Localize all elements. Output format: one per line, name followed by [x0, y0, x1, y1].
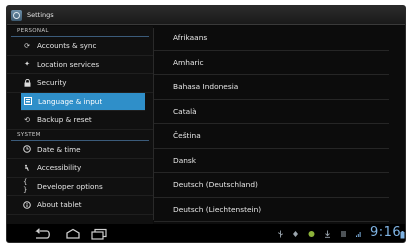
section-header-personal: PERSONAL — [11, 26, 149, 37]
list-item-language[interactable]: Bahasa Indonesia — [154, 75, 389, 100]
sidebar-item-label: Date & time — [37, 144, 81, 154]
section-header-system: SYSTEM — [11, 130, 149, 141]
back-button[interactable] — [31, 228, 51, 240]
developer-icon: { } — [23, 178, 28, 195]
sidebar-item-location-services[interactable]: ✦ Location services — [7, 56, 153, 74]
recent-apps-button[interactable] — [89, 228, 109, 240]
home-button[interactable] — [63, 228, 83, 240]
clock-time: 9:16 — [370, 225, 402, 240]
menu-icon — [341, 231, 346, 237]
usb-icon — [277, 230, 284, 238]
sidebar-item-label: Location services — [37, 59, 100, 69]
sync-icon: ⟳ — [24, 41, 30, 50]
language-list: Afrikaans Amharic Bahasa Indonesia Catal… — [154, 26, 405, 224]
action-bar: Settings — [7, 6, 405, 25]
sidebar-item-backup-reset[interactable]: ⟲ Backup & reset — [7, 111, 153, 130]
list-item-language[interactable]: Deutsch (Deutschland) — [154, 173, 389, 198]
sidebar-item-label: Language & input — [38, 96, 103, 106]
sidebar-item-label: About tablet — [37, 200, 82, 210]
sidebar-item-label: Accounts & sync — [37, 41, 97, 51]
battery-icon — [400, 231, 405, 239]
sidebar-item-label: Security — [37, 78, 67, 88]
sidebar-item-about-tablet[interactable]: About tablet — [7, 196, 153, 215]
sidebar-item-accessibility[interactable]: Accessibility — [7, 159, 153, 178]
sidebar-item-security[interactable]: Security — [7, 74, 153, 93]
keyboard-icon — [24, 97, 32, 106]
sidebar-item-label: Developer options — [37, 181, 103, 191]
sidebar-item-language-input[interactable]: Language & input — [21, 92, 145, 111]
list-item-language[interactable]: Deutsch (Liechtenstein) — [154, 198, 389, 222]
signal-icon — [356, 232, 361, 237]
settings-app-icon — [11, 9, 22, 21]
sidebar-item-label: Backup & reset — [37, 115, 92, 125]
backup-icon: ⟲ — [24, 115, 30, 124]
list-item-language[interactable]: Čeština — [154, 124, 389, 149]
list-item-language[interactable]: Afrikaans — [154, 26, 389, 51]
sidebar-item-developer-options[interactable]: { } Developer options — [7, 178, 153, 196]
info-icon — [23, 200, 31, 209]
notification-icon — [308, 231, 315, 237]
sidebar-item-accounts-sync[interactable]: ⟳ Accounts & sync — [7, 37, 153, 56]
debug-icon — [293, 231, 298, 237]
system-bar: 9:16 — [7, 224, 405, 242]
list-item-language[interactable]: Amharic — [154, 51, 389, 75]
sidebar-item-label: Accessibility — [37, 163, 82, 173]
clock-icon — [23, 145, 31, 154]
tablet-screen: Settings PERSONAL ⟳ Accounts & sync ✦ Lo… — [6, 5, 406, 243]
accessibility-icon — [23, 164, 31, 172]
download-icon — [325, 230, 330, 238]
list-item-language[interactable]: Dansk — [154, 149, 389, 173]
location-icon: ✦ — [24, 60, 30, 69]
app-title: Settings — [27, 11, 54, 19]
sidebar-item-date-time[interactable]: Date & time — [7, 141, 153, 159]
settings-sidebar: PERSONAL ⟳ Accounts & sync ✦ Location se… — [7, 26, 153, 224]
list-item-language[interactable]: Català — [154, 100, 389, 124]
lock-icon — [23, 78, 31, 87]
